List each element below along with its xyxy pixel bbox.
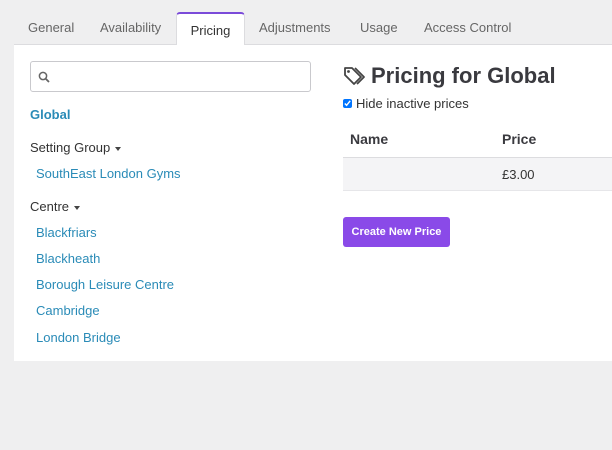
- caret-down-icon: [74, 205, 81, 210]
- global-link[interactable]: Global: [30, 107, 70, 122]
- column-header-name[interactable]: Name: [350, 120, 388, 158]
- create-new-price-button[interactable]: Create New Price: [343, 217, 450, 247]
- sidebar-item-southeast-london-gyms[interactable]: SouthEast London Gyms: [36, 166, 181, 181]
- tab-usage[interactable]: Usage: [360, 12, 398, 45]
- search-input[interactable]: [53, 62, 308, 91]
- page-title: Pricing for Global: [343, 63, 556, 89]
- caret-down-icon: [115, 146, 122, 151]
- tab-access-control[interactable]: Access Control: [424, 12, 511, 45]
- table-header: Name Price: [343, 120, 612, 158]
- tab-adjustments[interactable]: Adjustments: [259, 12, 331, 45]
- tab-availability[interactable]: Availability: [100, 12, 161, 45]
- hide-inactive-checkbox[interactable]: [343, 99, 352, 108]
- price-value-cell: £3.00: [502, 167, 535, 182]
- tags-icon: [344, 67, 365, 85]
- tab-general[interactable]: General: [28, 12, 74, 45]
- setting-group-heading[interactable]: Setting Group: [30, 140, 122, 155]
- setting-group-label: Setting Group: [30, 140, 111, 155]
- column-header-price[interactable]: Price: [502, 120, 536, 158]
- centre-heading[interactable]: Centre: [30, 199, 81, 214]
- sidebar-item-cambridge[interactable]: Cambridge: [36, 303, 100, 318]
- sidebar-item-london-bridge[interactable]: London Bridge: [36, 330, 121, 345]
- page-title-text: Pricing for Global: [371, 63, 556, 88]
- hide-inactive-label: Hide inactive prices: [356, 96, 469, 111]
- centre-label: Centre: [30, 199, 70, 214]
- table-row[interactable]: £3.00: [343, 158, 612, 191]
- tab-bar: General Availability Pricing Adjustments…: [14, 12, 612, 46]
- tab-pricing[interactable]: Pricing: [176, 12, 245, 46]
- sidebar-item-borough-leisure-centre[interactable]: Borough Leisure Centre: [36, 277, 174, 292]
- content-panel: Global Setting Group SouthEast London Gy…: [14, 45, 612, 361]
- sidebar-item-blackheath[interactable]: Blackheath: [36, 251, 100, 266]
- search-field[interactable]: [30, 61, 311, 92]
- search-icon: [38, 71, 50, 83]
- sidebar-item-blackfriars[interactable]: Blackfriars: [36, 225, 97, 240]
- hide-inactive-toggle[interactable]: Hide inactive prices: [343, 96, 469, 111]
